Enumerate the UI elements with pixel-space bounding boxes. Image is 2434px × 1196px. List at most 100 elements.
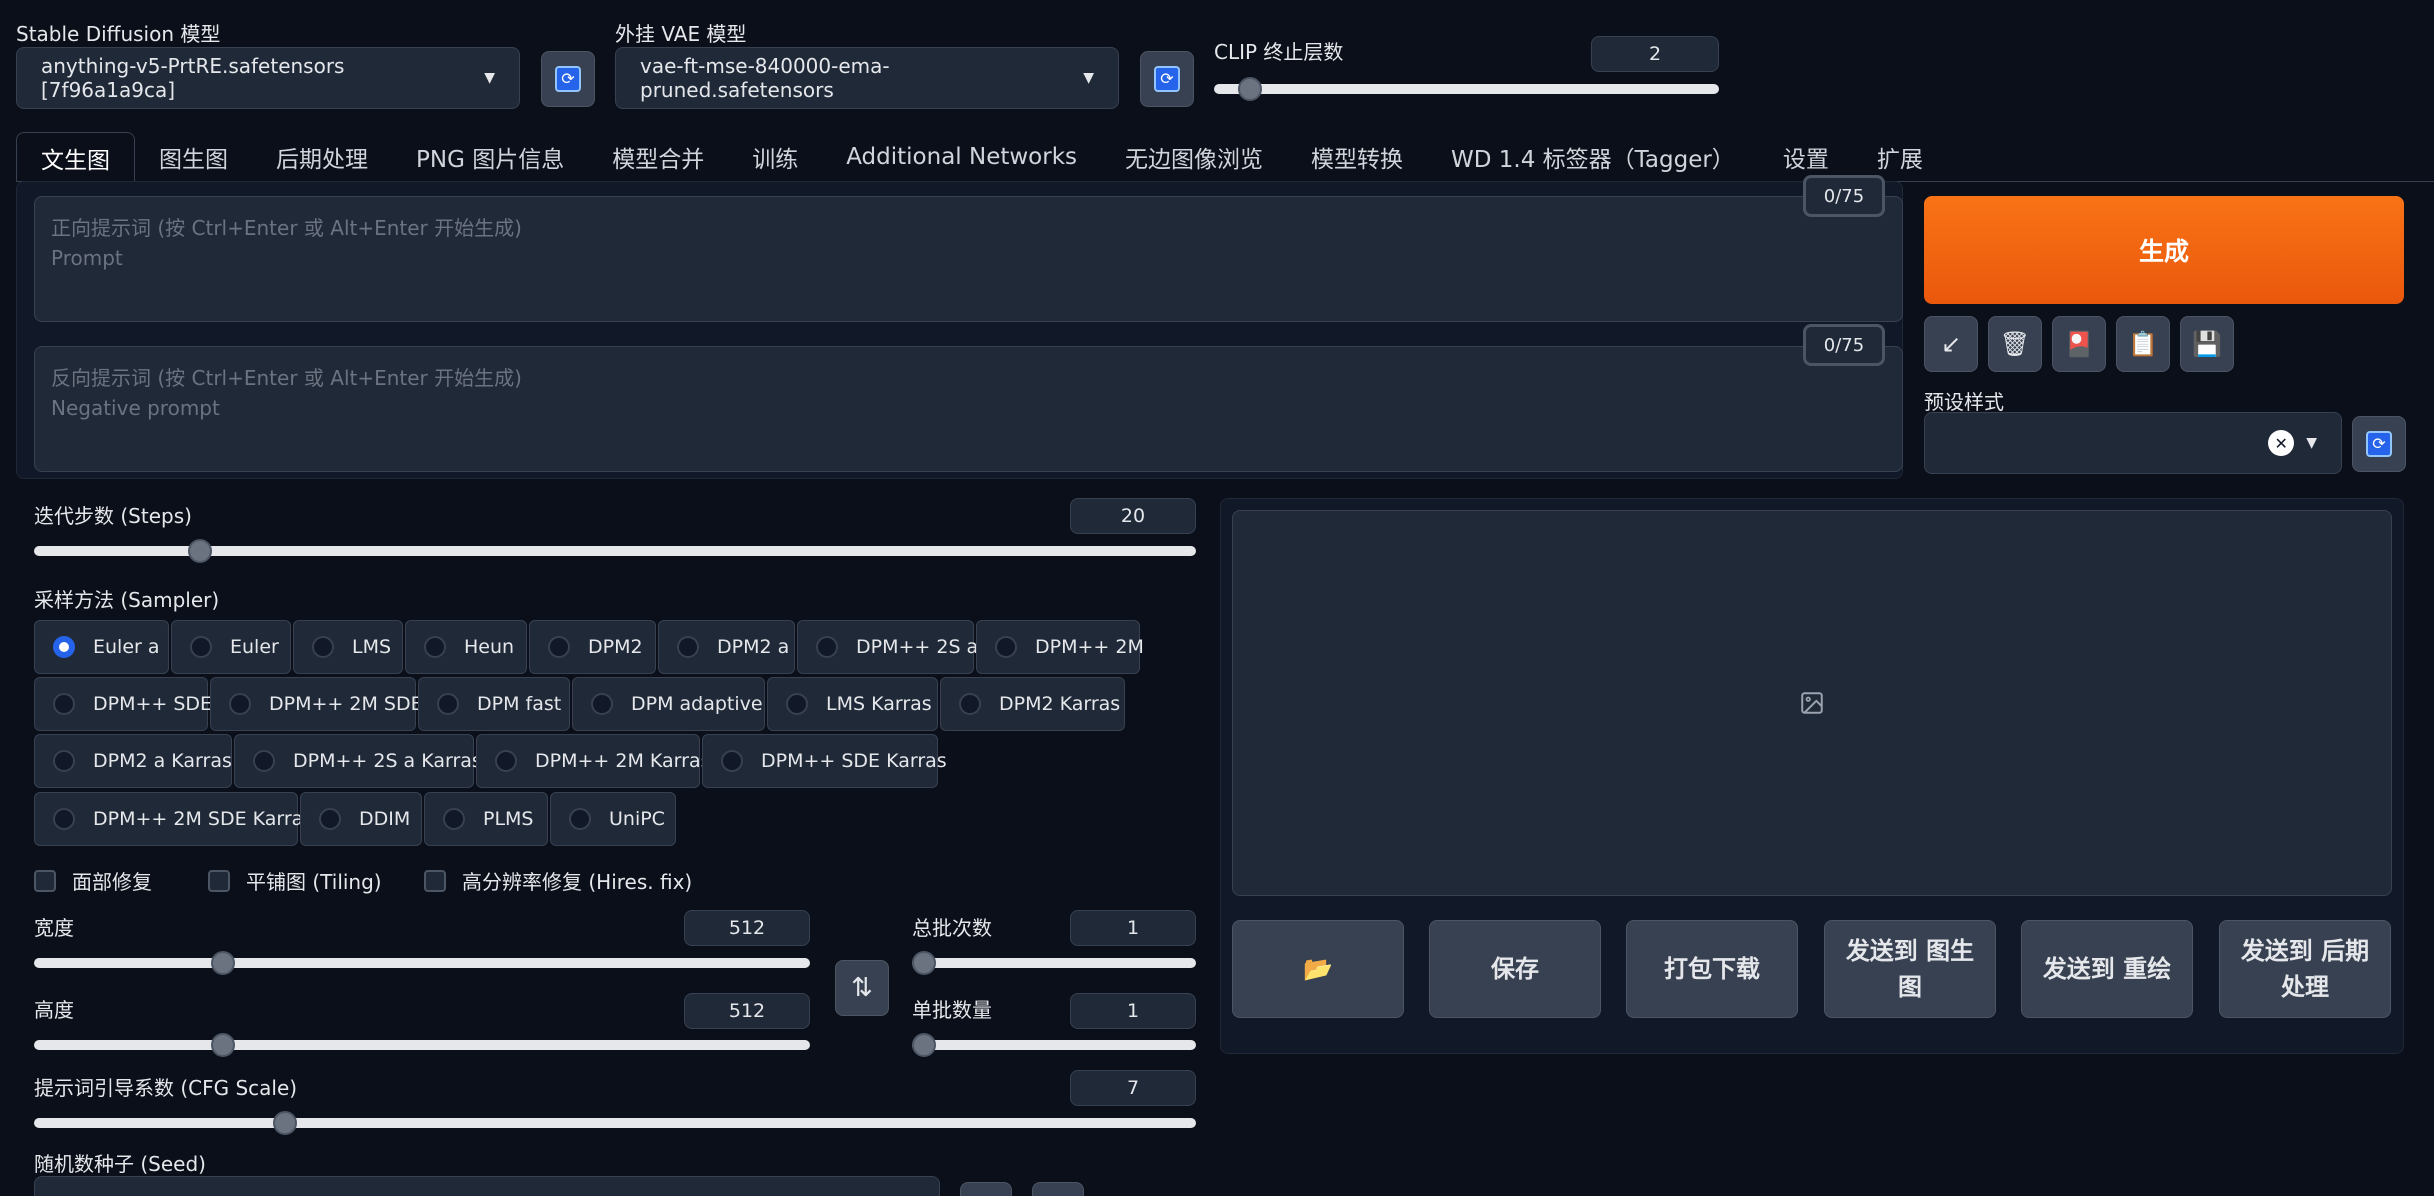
styles-dropdown[interactable]: ✕ ▼	[1924, 412, 2342, 474]
height-slider-track[interactable]	[34, 1033, 810, 1057]
sd-model-dropdown[interactable]: anything-v5-PrtRE.safetensors [7f96a1a9c…	[16, 47, 520, 109]
sampler-option[interactable]: DPM++ SDE Karras	[702, 734, 947, 788]
checkbox-square[interactable]	[208, 869, 230, 892]
zip-download-button[interactable]: 打包下载	[1626, 920, 1798, 1018]
sampler-option[interactable]: DPM2	[529, 620, 656, 674]
negative-placeholder-line1: 反向提示词 (按 Ctrl+Enter 或 Alt+Enter 开始生成)	[51, 366, 522, 390]
tiling-checkbox[interactable]: 平铺图 (Tiling)	[208, 866, 382, 895]
tab-train[interactable]: 训练	[728, 132, 822, 182]
checkbox-square[interactable]	[34, 869, 56, 892]
tab-img2img[interactable]: 图生图	[135, 132, 252, 182]
send-to-img2img-button[interactable]: 发送到 图生图	[1824, 920, 1996, 1018]
clip-label: CLIP 终止层数	[1214, 40, 1344, 64]
cfg-input[interactable]: 7	[1070, 1070, 1196, 1106]
vae-value: vae-ft-mse-840000-ema-pruned.safetensors	[640, 54, 890, 102]
sampler-option[interactable]: LMS	[293, 620, 403, 674]
sampler-option[interactable]: DPM++ SDE	[34, 677, 212, 731]
seed-label: 随机数种子 (Seed)	[34, 1152, 206, 1176]
checkbox-square[interactable]	[424, 869, 446, 892]
save-button[interactable]: 保存	[1429, 920, 1601, 1018]
read-params-button[interactable]: ↙	[1924, 316, 1978, 372]
sampler-option[interactable]: DPM2 a	[658, 620, 795, 674]
seed-input[interactable]	[34, 1176, 940, 1196]
negative-prompt-textarea[interactable]: 反向提示词 (按 Ctrl+Enter 或 Alt+Enter 开始生成) Ne…	[34, 346, 1903, 472]
tab-merge[interactable]: 模型合并	[588, 132, 728, 182]
send-to-inpaint-button[interactable]: 发送到 重绘	[2021, 920, 2193, 1018]
batch-size-slider-thumb[interactable]	[912, 1033, 936, 1057]
sampler-option[interactable]: DPM++ 2M Karras	[476, 734, 710, 788]
random-seed-button[interactable]	[960, 1182, 1012, 1196]
negative-placeholder-line2: Negative prompt	[51, 396, 220, 420]
hires-fix-checkbox[interactable]: 高分辨率修复 (Hires. fix)	[424, 866, 692, 895]
extra-networks-button[interactable]: 🎴	[2052, 316, 2106, 372]
sd-model-label: Stable Diffusion 模型	[16, 22, 221, 46]
generate-button[interactable]: 生成	[1924, 196, 2404, 304]
batch-size-label: 单批数量	[912, 998, 992, 1022]
batch-count-slider-track[interactable]	[912, 951, 1196, 975]
refresh-icon: ⟳	[2366, 431, 2392, 457]
sampler-option[interactable]: DPM++ 2S a	[797, 620, 978, 674]
arrow-down-left-icon: ↙	[1940, 330, 1962, 358]
sampler-option[interactable]: DPM++ 2M	[976, 620, 1144, 674]
batch-count-slider-thumb[interactable]	[912, 951, 936, 975]
tab-extras[interactable]: 后期处理	[252, 132, 392, 182]
tab-additional-networks[interactable]: Additional Networks	[822, 132, 1101, 182]
sampler-option[interactable]: DPM fast	[418, 677, 570, 731]
steps-slider-thumb[interactable]	[187, 539, 212, 563]
sampler-option[interactable]: DDIM	[300, 792, 422, 846]
refresh-styles-button[interactable]: ⟳	[2352, 416, 2406, 472]
steps-slider-track[interactable]	[34, 539, 1196, 563]
apply-style-button[interactable]: 📋	[2116, 316, 2170, 372]
batch-size-input[interactable]: 1	[1070, 993, 1196, 1029]
send-to-extras-button[interactable]: 发送到 后期处理	[2219, 920, 2391, 1018]
sampler-option[interactable]: Euler a	[34, 620, 169, 674]
clip-slider-track[interactable]	[1214, 77, 1719, 101]
cfg-slider-track[interactable]	[34, 1111, 1196, 1135]
tab-tagger[interactable]: WD 1.4 标签器（Tagger）	[1427, 132, 1759, 182]
reuse-seed-button[interactable]	[1032, 1182, 1084, 1196]
clipboard-icon: 📋	[2128, 330, 2158, 358]
height-slider-thumb[interactable]	[210, 1033, 235, 1057]
prompt-placeholder-line2: Prompt	[51, 246, 123, 270]
save-style-button[interactable]: 💾	[2180, 316, 2234, 372]
prompt-textarea[interactable]: 正向提示词 (按 Ctrl+Enter 或 Alt+Enter 开始生成) Pr…	[34, 196, 1903, 322]
cfg-slider-thumb[interactable]	[272, 1111, 297, 1135]
sampler-option[interactable]: DPM++ 2M SDE	[210, 677, 423, 731]
clip-value-input[interactable]: 2	[1591, 36, 1719, 72]
batch-size-slider-track[interactable]	[912, 1033, 1196, 1057]
sampler-option[interactable]: DPM adaptive	[572, 677, 765, 731]
vae-dropdown[interactable]: vae-ft-mse-840000-ema-pruned.safetensors…	[615, 47, 1119, 109]
folder-icon: 📂	[1303, 955, 1333, 983]
tab-model-convert[interactable]: 模型转换	[1287, 132, 1427, 182]
sampler-option[interactable]: DPM++ 2S a Karras	[234, 734, 482, 788]
width-slider-track[interactable]	[34, 951, 810, 975]
tab-image-browser[interactable]: 无边图像浏览	[1101, 132, 1287, 182]
clip-slider-thumb[interactable]	[1238, 77, 1263, 101]
steps-label: 迭代步数 (Steps)	[34, 504, 192, 528]
sampler-option[interactable]: PLMS	[424, 792, 548, 846]
sampler-option[interactable]: DPM2 a Karras	[34, 734, 232, 788]
steps-input[interactable]: 20	[1070, 498, 1196, 534]
width-slider-thumb[interactable]	[210, 951, 235, 975]
refresh-vae-button[interactable]: ⟳	[1140, 51, 1194, 107]
sampler-option[interactable]: Heun	[405, 620, 527, 674]
sampler-option[interactable]: LMS Karras	[767, 677, 938, 731]
face-restore-checkbox[interactable]: 面部修复	[34, 866, 152, 895]
chevron-down-icon: ▼	[484, 70, 495, 86]
sampler-option[interactable]: DPM++ 2M SDE Karras	[34, 792, 313, 846]
sampler-option[interactable]: DPM2 Karras	[940, 677, 1125, 731]
sampler-option[interactable]: Euler	[171, 620, 291, 674]
swap-dimensions-button[interactable]: ⇅	[835, 960, 889, 1016]
width-input[interactable]: 512	[684, 910, 810, 946]
tab-png-info[interactable]: PNG 图片信息	[392, 132, 588, 182]
height-input[interactable]: 512	[684, 993, 810, 1029]
refresh-icon: ⟳	[1154, 66, 1180, 92]
prompt-token-counter: 0/75	[1803, 175, 1885, 217]
batch-count-input[interactable]: 1	[1070, 910, 1196, 946]
sampler-option[interactable]: UniPC	[550, 792, 676, 846]
tab-txt2img[interactable]: 文生图	[16, 132, 135, 182]
open-folder-button[interactable]: 📂	[1232, 920, 1404, 1018]
clear-prompt-button[interactable]: 🗑	[1988, 316, 2042, 372]
clear-x-icon[interactable]: ✕	[2268, 430, 2295, 456]
refresh-sd-model-button[interactable]: ⟳	[541, 51, 595, 107]
